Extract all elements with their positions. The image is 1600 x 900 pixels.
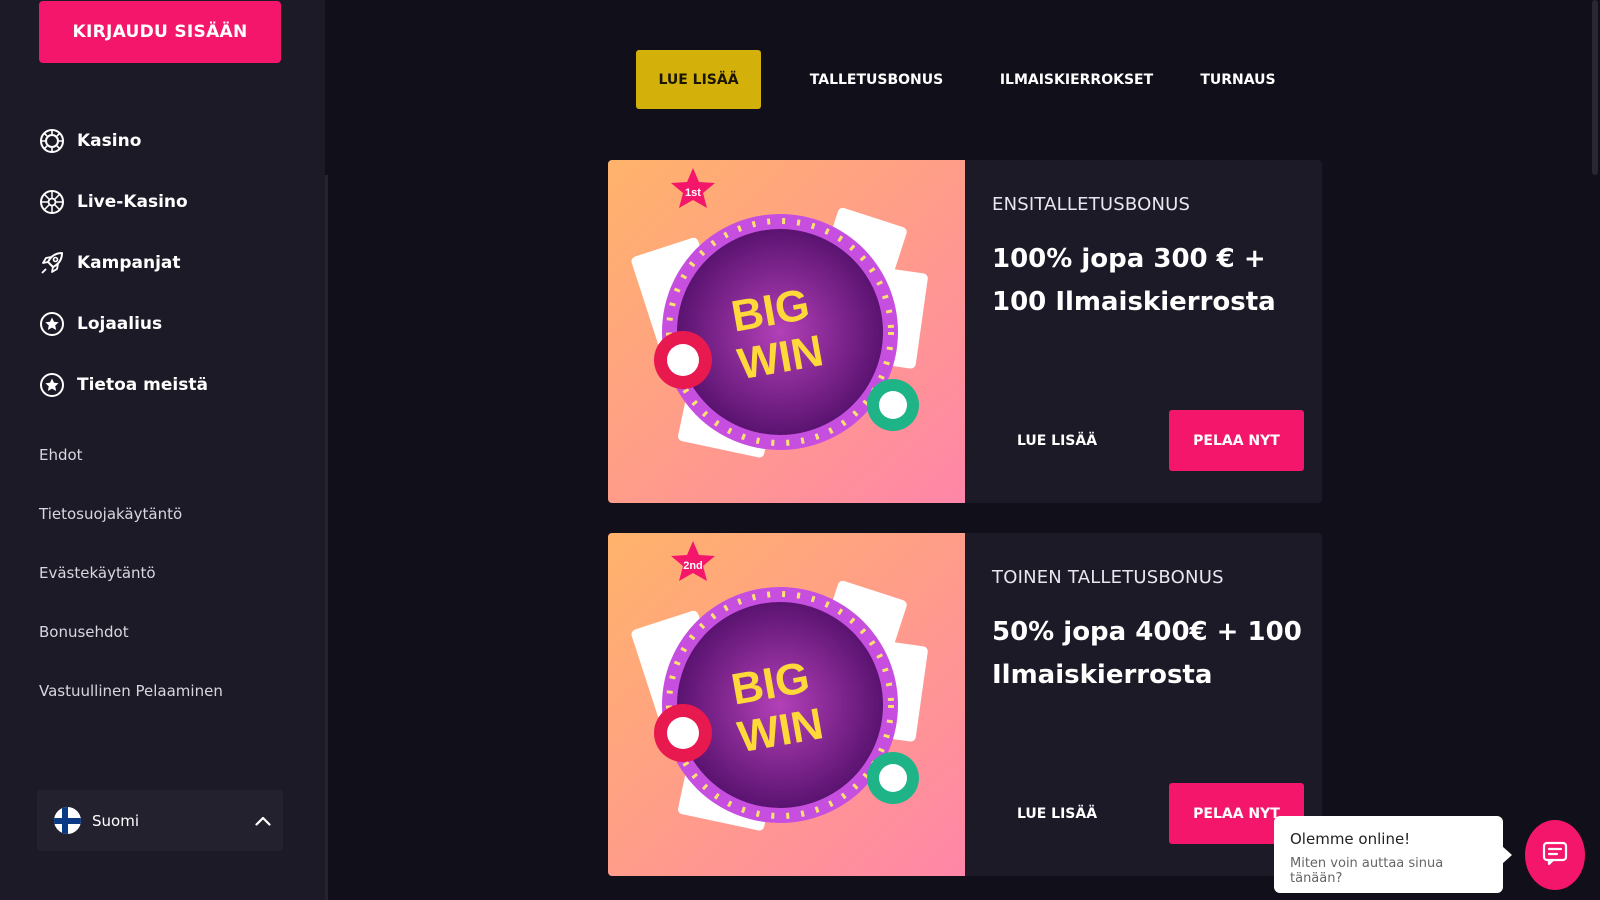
sidebar-item-kasino[interactable]: Kasino xyxy=(39,110,208,171)
casino-chip-icon xyxy=(39,128,65,154)
star-circle-icon xyxy=(39,311,65,337)
chat-icon xyxy=(1541,839,1569,871)
link-tietosuojakaytanto[interactable]: Tietosuojakäytäntö xyxy=(39,499,223,558)
promo-card-body: ENSITALLETUSBONUS 100% jopa 300 € + 100 … xyxy=(965,160,1322,503)
sidebar-nav: Kasino Live-Kasino Kampanjat Lojaalius T… xyxy=(39,110,208,415)
sidebar-item-label: Kasino xyxy=(77,130,142,151)
read-more-button[interactable]: LUE LISÄÄ xyxy=(992,783,1122,844)
chat-text: Miten voin auttaa sinua tänään? xyxy=(1290,856,1444,886)
rocket-icon xyxy=(39,250,65,276)
sidebar-item-label: Live-Kasino xyxy=(77,191,188,212)
sidebar: KIRJAUDU SISÄÄN Kasino Live-Kasino Kampa… xyxy=(0,0,325,900)
promo-card: 2nd BIG WIN TOINEN TALLETUSBONUS 50% jop… xyxy=(608,533,1322,876)
star-circle-icon xyxy=(39,372,65,398)
promo-subtitle: TOINEN TALLETUSBONUS xyxy=(992,567,1224,588)
sidebar-item-label: Lojaalius xyxy=(77,313,163,334)
tab-turnaus[interactable]: TURNAUS xyxy=(1188,50,1288,109)
badge-1st: 1st xyxy=(685,187,701,199)
link-ehdot[interactable]: Ehdot xyxy=(39,440,223,499)
link-vastuullinen-pelaaminen[interactable]: Vastuullinen Pelaaminen xyxy=(39,676,223,735)
language-selector[interactable]: Suomi xyxy=(37,790,283,851)
footer-links: Ehdot Tietosuojakäytäntö Evästekäytäntö … xyxy=(39,440,223,735)
tab-lue-lisaa[interactable]: LUE LISÄÄ xyxy=(636,50,761,109)
sidebar-item-label: Kampanjat xyxy=(77,252,181,273)
chevron-up-icon xyxy=(243,816,283,826)
tab-talletusbonus[interactable]: TALLETUSBONUS xyxy=(789,50,964,109)
chat-button[interactable] xyxy=(1525,820,1585,890)
link-evastekaytanto[interactable]: Evästekäytäntö xyxy=(39,558,223,617)
promo-subtitle: ENSITALLETUSBONUS xyxy=(992,194,1191,215)
badge-2nd: 2nd xyxy=(683,560,703,572)
link-bonusehdot[interactable]: Bonusehdot xyxy=(39,617,223,676)
play-now-button[interactable]: PELAA NYT xyxy=(1169,410,1304,471)
chat-popup[interactable]: Olemme online! Miten voin auttaa sinua t… xyxy=(1274,816,1512,893)
promo-card-body: TOINEN TALLETUSBONUS 50% jopa 400€ + 100… xyxy=(965,533,1322,876)
scrollbar[interactable] xyxy=(1592,0,1598,175)
promo-tabs: LUE LISÄÄ TALLETUSBONUS ILMAISKIERROKSET… xyxy=(636,50,1288,109)
sidebar-item-kampanjat[interactable]: Kampanjat xyxy=(39,232,208,293)
promo-card: 1st BIG WIN ENSITALLETUSBONUS 100% jopa … xyxy=(608,160,1322,503)
promo-title: 100% jopa 300 € + 100 Ilmaiskierrosta xyxy=(992,244,1276,317)
big-win-image: 1st BIG WIN xyxy=(608,160,965,503)
sidebar-item-label: Tietoa meistä xyxy=(77,374,208,395)
big-win-image: 2nd BIG WIN xyxy=(608,533,965,876)
promo-title: 50% jopa 400€ + 100 Ilmaiskierrosta xyxy=(992,617,1302,690)
login-button[interactable]: KIRJAUDU SISÄÄN xyxy=(39,1,281,63)
language-label: Suomi xyxy=(92,811,139,830)
tab-ilmaiskierrokset[interactable]: ILMAISKIERROKSET xyxy=(989,50,1164,109)
finland-flag-icon xyxy=(54,807,81,834)
sidebar-item-tietoa-meista[interactable]: Tietoa meistä xyxy=(39,354,208,415)
sidebar-item-lojaalius[interactable]: Lojaalius xyxy=(39,293,208,354)
roulette-icon xyxy=(39,189,65,215)
read-more-button[interactable]: LUE LISÄÄ xyxy=(992,410,1122,471)
chat-title: Olemme online! xyxy=(1290,830,1411,848)
sidebar-item-live-kasino[interactable]: Live-Kasino xyxy=(39,171,208,232)
sidebar-divider xyxy=(325,175,328,900)
